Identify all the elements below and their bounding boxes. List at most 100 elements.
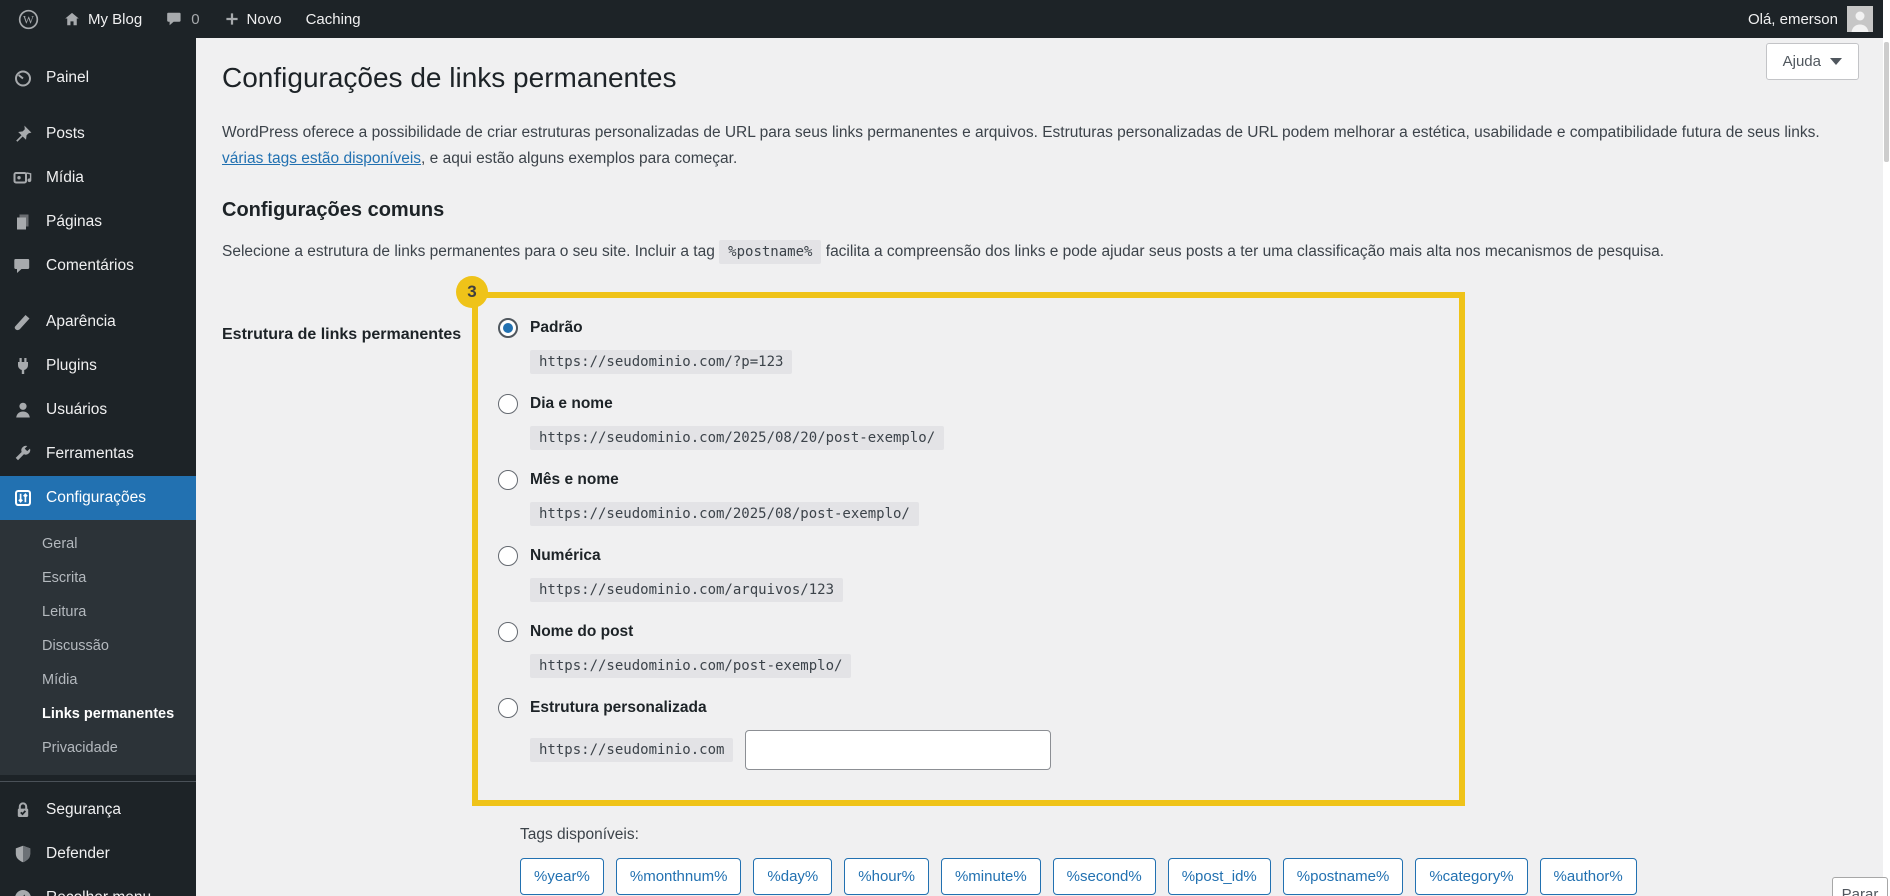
tag-button[interactable]: %day%	[753, 858, 833, 896]
option-label: Estrutura personalizada	[530, 699, 707, 717]
sidebar-divider	[0, 781, 196, 782]
sidebar-item-users[interactable]: Usuários	[0, 388, 196, 432]
example-url: https://seudominio.com/?p=123	[530, 350, 793, 375]
tag-button[interactable]: %post_id%	[1167, 858, 1271, 896]
permalink-option-custom: Estrutura personalizada https://seudomin…	[498, 698, 1459, 771]
available-tags-link[interactable]: várias tags estão disponíveis	[222, 150, 421, 167]
tag-button[interactable]: %category%	[1415, 858, 1528, 896]
scrollbar[interactable]	[1883, 0, 1890, 896]
comment-bubble-icon	[166, 10, 184, 28]
permalink-option-month-name: Mês e nome https://seudominio.com/2025/0…	[498, 470, 1459, 527]
sidebar-item-label: Configurações	[46, 489, 146, 506]
available-tags-label: Tags disponíveis:	[520, 826, 639, 844]
permalink-option-default: Padrão https://seudominio.com/?p=123	[498, 318, 1459, 375]
tag-button[interactable]: %year%	[520, 858, 604, 896]
option-label: Nome do post	[530, 623, 634, 641]
sidebar-item-tools[interactable]: Ferramentas	[0, 432, 196, 476]
radio-button[interactable]	[498, 318, 518, 339]
sidebar-item-label: Ferramentas	[46, 445, 134, 462]
new-content-menu[interactable]: Novo	[214, 0, 292, 38]
sidebar-item-comments[interactable]: Comentários	[0, 244, 196, 288]
option-row-day-name[interactable]: Dia e nome	[498, 394, 1459, 415]
chevron-down-icon	[1830, 58, 1842, 65]
sidebar-separator	[0, 100, 196, 112]
new-label: Novo	[246, 10, 282, 28]
sidebar-item-appearance[interactable]: Aparência	[0, 300, 196, 344]
radio-button[interactable]	[498, 470, 518, 491]
example-url: https://seudominio.com/2025/08/20/post-e…	[530, 426, 945, 451]
tag-button[interactable]: %second%	[1052, 858, 1156, 896]
caching-menu[interactable]: Caching	[296, 0, 371, 38]
option-label: Dia e nome	[530, 395, 613, 413]
sidebar-item-label: Aparência	[46, 313, 116, 330]
postname-tag-code: %postname%	[719, 239, 822, 264]
sidebar-separator	[0, 288, 196, 300]
tag-button[interactable]: %author%	[1539, 858, 1637, 896]
sidebar-item-defender[interactable]: Defender	[0, 832, 196, 876]
tag-button[interactable]: %minute%	[940, 858, 1041, 896]
admin-bar: W My Blog 0 Novo Caching Olá, emerson	[0, 0, 1883, 38]
example-url: https://seudominio.com/2025/08/post-exem…	[530, 502, 919, 527]
admin-sidebar: Painel Posts Mídia Páginas Comentários A…	[0, 38, 196, 896]
radio-button[interactable]	[498, 698, 518, 719]
option-row-default[interactable]: Padrão	[498, 318, 1459, 339]
submenu-label: Escrita	[42, 570, 87, 586]
permalink-option-post-name: Nome do post https://seudominio.com/post…	[498, 622, 1459, 679]
help-button[interactable]: Ajuda	[1765, 43, 1859, 80]
intro-text-2: , e aqui estão alguns exemplos para come…	[421, 149, 738, 167]
option-row-post-name[interactable]: Nome do post	[498, 622, 1459, 643]
option-row-month-name[interactable]: Mês e nome	[498, 470, 1459, 491]
sidebar-item-label: Defender	[46, 845, 110, 862]
sidebar-item-label: Painel	[46, 69, 90, 86]
submenu-item-writing[interactable]: Escrita	[0, 561, 196, 595]
wordpress-logo-menu[interactable]: W	[8, 0, 49, 38]
radio-button[interactable]	[498, 394, 518, 415]
user-icon	[13, 400, 33, 420]
caching-label: Caching	[305, 10, 361, 28]
option-row-custom[interactable]: Estrutura personalizada	[498, 698, 1459, 719]
annotation-badge-3: 3	[456, 276, 488, 309]
sidebar-item-label: Plugins	[46, 357, 97, 374]
radio-button[interactable]	[498, 622, 518, 643]
tag-button[interactable]: %monthnum%	[615, 858, 742, 896]
submenu-item-privacy[interactable]: Privacidade	[0, 731, 196, 765]
sidebar-item-security[interactable]: Segurança	[0, 788, 196, 832]
comments-shortcut[interactable]: 0	[156, 0, 209, 38]
admin-bar-account[interactable]: Olá, emerson	[1748, 6, 1883, 32]
sidebar-item-media[interactable]: Mídia	[0, 156, 196, 200]
sidebar-item-plugins[interactable]: Plugins	[0, 344, 196, 388]
url-prefix: https://seudominio.com	[530, 738, 734, 763]
submenu-label: Leitura	[42, 604, 87, 620]
submenu-item-discussion[interactable]: Discussão	[0, 629, 196, 663]
submenu-item-general[interactable]: Geral	[0, 527, 196, 561]
option-row-numeric[interactable]: Numérica	[498, 546, 1459, 567]
sidebar-item-settings[interactable]: Configurações	[0, 476, 196, 520]
stop-recording-button[interactable]: Parar	[1832, 877, 1888, 896]
sidebar-item-pages[interactable]: Páginas	[0, 200, 196, 244]
common-settings-heading: Configurações comuns	[222, 198, 445, 221]
option-label: Numérica	[530, 547, 601, 565]
wordpress-admin-page: W My Blog 0 Novo Caching Olá, emerson Pa…	[0, 0, 1890, 896]
site-name-link[interactable]: My Blog	[53, 0, 152, 38]
custom-structure-input[interactable]	[745, 730, 1052, 771]
tag-button[interactable]: %postname%	[1282, 858, 1404, 896]
site-name: My Blog	[88, 10, 143, 28]
submenu-label: Discussão	[42, 638, 109, 654]
plus-icon	[224, 11, 240, 27]
settings-sliders-icon	[13, 488, 33, 508]
intro-text-1: WordPress oferece a possibilidade de cri…	[222, 124, 1820, 142]
submenu-item-media[interactable]: Mídia	[0, 663, 196, 697]
page-title: Configurações de links permanentes	[222, 62, 677, 93]
sidebar-item-collapse-menu[interactable]: Recolher menu	[0, 876, 196, 896]
sidebar-item-posts[interactable]: Posts	[0, 112, 196, 156]
sidebar-item-dashboard[interactable]: Painel	[0, 56, 196, 100]
example-url: https://seudominio.com/arquivos/123	[530, 578, 844, 603]
scrollbar-thumb[interactable]	[1884, 42, 1889, 162]
tag-button[interactable]: %hour%	[844, 858, 929, 896]
submenu-item-permalinks[interactable]: Links permanentes	[0, 697, 196, 731]
option-label: Padrão	[530, 319, 583, 337]
avatar	[1847, 6, 1873, 32]
pin-icon	[13, 124, 33, 144]
radio-button[interactable]	[498, 546, 518, 567]
submenu-item-reading[interactable]: Leitura	[0, 595, 196, 629]
